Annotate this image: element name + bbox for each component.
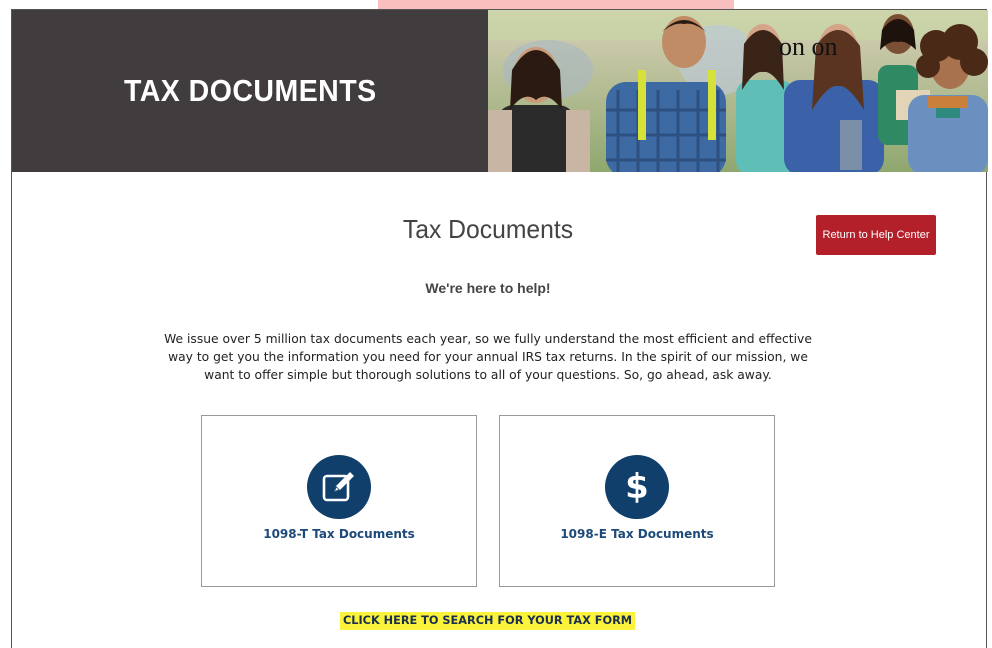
edit-icon-svg bbox=[322, 472, 354, 502]
hero-banner: TAX DOCUMENTS on on bbox=[12, 10, 988, 172]
dollar-glyph: $ bbox=[625, 467, 649, 507]
intro-paragraph: We issue over 5 million tax documents ea… bbox=[164, 332, 812, 382]
dollar-icon: $ bbox=[605, 455, 669, 519]
hero-title-panel: TAX DOCUMENTS bbox=[12, 10, 488, 172]
card-label-1098e: 1098-E Tax Documents bbox=[560, 527, 714, 541]
subtitle: We're here to help! bbox=[425, 280, 551, 296]
edit-icon bbox=[307, 455, 371, 519]
hero-title: TAX DOCUMENTS bbox=[123, 73, 377, 108]
card-1098e[interactable]: $ 1098-E Tax Documents bbox=[499, 415, 775, 587]
card-label-1098t: 1098-T Tax Documents bbox=[263, 527, 415, 541]
return-to-help-center-button[interactable]: Return to Help Center bbox=[816, 215, 936, 255]
search-tax-form-link[interactable]: CLICK HERE TO SEARCH FOR YOUR TAX FORM bbox=[340, 612, 635, 630]
card-1098t[interactable]: 1098-T Tax Documents bbox=[201, 415, 477, 587]
page-frame: TAX DOCUMENTS on on Tax Documents Return… bbox=[11, 9, 988, 648]
students-photo-illustration bbox=[488, 10, 988, 172]
hero-overlay-text: on on bbox=[779, 32, 838, 61]
hero-photo-students: on on bbox=[488, 10, 988, 172]
page-title: Tax Documents bbox=[402, 214, 574, 244]
